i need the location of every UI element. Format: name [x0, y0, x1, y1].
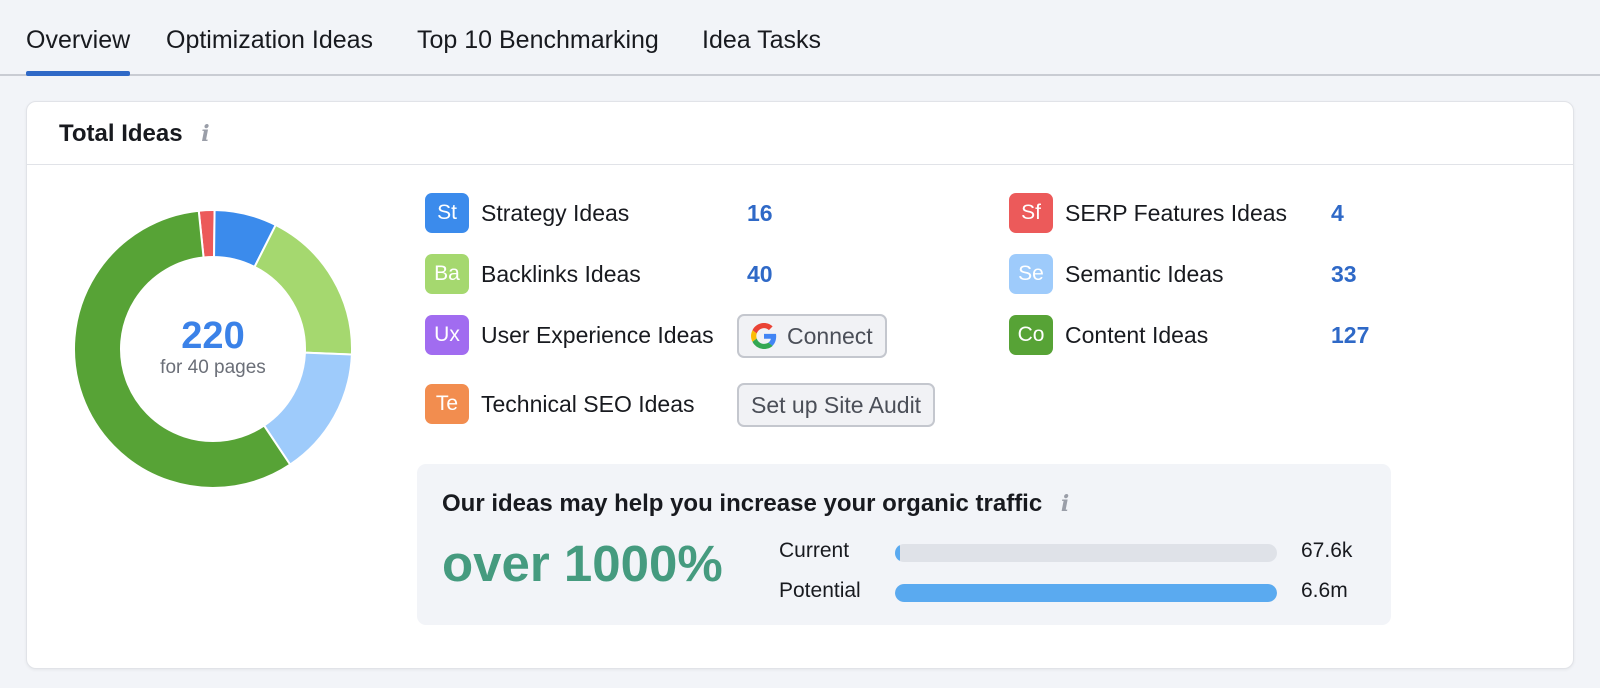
connect-button[interactable]: Connect — [737, 314, 887, 358]
idea-technical-seo: Te Technical SEO Ideas — [425, 384, 725, 424]
bar-row-potential: Potential 6.6m — [779, 579, 1369, 605]
tab-overview[interactable]: Overview — [26, 26, 131, 76]
user-experience-badge: Ux — [425, 315, 469, 355]
idea-semantic[interactable]: Se Semantic Ideas 33 — [1009, 254, 1389, 294]
semantic-badge: Se — [1009, 254, 1053, 294]
donut-total: 220 — [181, 315, 245, 357]
idea-count[interactable]: 127 — [1331, 322, 1369, 349]
idea-label: User Experience Ideas — [481, 322, 714, 348]
bar-label: Potential — [779, 579, 861, 602]
idea-count[interactable]: 33 — [1331, 261, 1357, 288]
idea-label: Technical SEO Ideas — [481, 391, 695, 417]
technical-seo-badge: Te — [425, 384, 469, 424]
ideas-donut-chart: 220 for 40 pages — [71, 207, 355, 491]
idea-label: SERP Features Ideas — [1065, 200, 1288, 226]
tab-optimization-ideas[interactable]: Optimization Ideas — [166, 26, 373, 55]
bar-track — [895, 544, 1277, 562]
idea-serp-features[interactable]: Sf SERP Features Ideas 4 — [1009, 193, 1389, 233]
traffic-panel: Our ideas may help you increase your org… — [417, 464, 1391, 625]
idea-count[interactable]: 40 — [747, 261, 773, 288]
idea-count[interactable]: 16 — [747, 200, 773, 227]
bar-value: 67.6k — [1301, 539, 1353, 562]
info-icon[interactable]: i — [1061, 491, 1069, 517]
bar-row-current: Current 67.6k — [779, 539, 1369, 565]
idea-user-experience: Ux User Experience Ideas — [425, 315, 725, 355]
serp-features-badge: Sf — [1009, 193, 1053, 233]
bar-track — [895, 584, 1277, 602]
idea-label: Backlinks Ideas — [481, 261, 641, 287]
bar-fill — [895, 584, 1277, 602]
card-title: Total Ideas i — [59, 120, 210, 148]
content-badge: Co — [1009, 315, 1053, 355]
bar-label: Current — [779, 539, 850, 562]
traffic-title-text: Our ideas may help you increase your org… — [442, 490, 1043, 517]
connect-button-label: Connect — [787, 323, 873, 349]
total-ideas-card: Total Ideas i 220 for 40 pages St Strate… — [26, 101, 1574, 669]
strategy-badge: St — [425, 193, 469, 233]
idea-label: Content Ideas — [1065, 322, 1209, 348]
tab-idea-tasks[interactable]: Idea Tasks — [702, 26, 821, 55]
donut-center: 220 for 40 pages — [71, 315, 355, 379]
donut-subtitle: for 40 pages — [160, 357, 266, 378]
bar-fill — [895, 544, 900, 562]
bar-value: 6.6m — [1301, 579, 1348, 602]
traffic-headline: over 1000% — [442, 535, 723, 592]
idea-content[interactable]: Co Content Ideas 127 — [1009, 315, 1389, 355]
traffic-title: Our ideas may help you increase your org… — [442, 490, 1069, 518]
google-icon — [751, 322, 777, 349]
backlinks-badge: Ba — [425, 254, 469, 294]
card-header: Total Ideas i — [27, 102, 1573, 165]
idea-backlinks[interactable]: Ba Backlinks Ideas 40 — [425, 254, 805, 294]
idea-strategy[interactable]: St Strategy Ideas 16 — [425, 193, 805, 233]
set-up-site-audit-button[interactable]: Set up Site Audit — [737, 383, 936, 427]
tab-top-10-benchmarking[interactable]: Top 10 Benchmarking — [417, 26, 659, 55]
card-title-text: Total Ideas — [59, 120, 183, 147]
info-icon[interactable]: i — [201, 121, 209, 147]
tab-bar: Overview Optimization Ideas Top 10 Bench… — [0, 0, 1600, 76]
idea-count[interactable]: 4 — [1331, 200, 1344, 227]
idea-label: Semantic Ideas — [1065, 261, 1224, 287]
idea-label: Strategy Ideas — [481, 200, 630, 226]
